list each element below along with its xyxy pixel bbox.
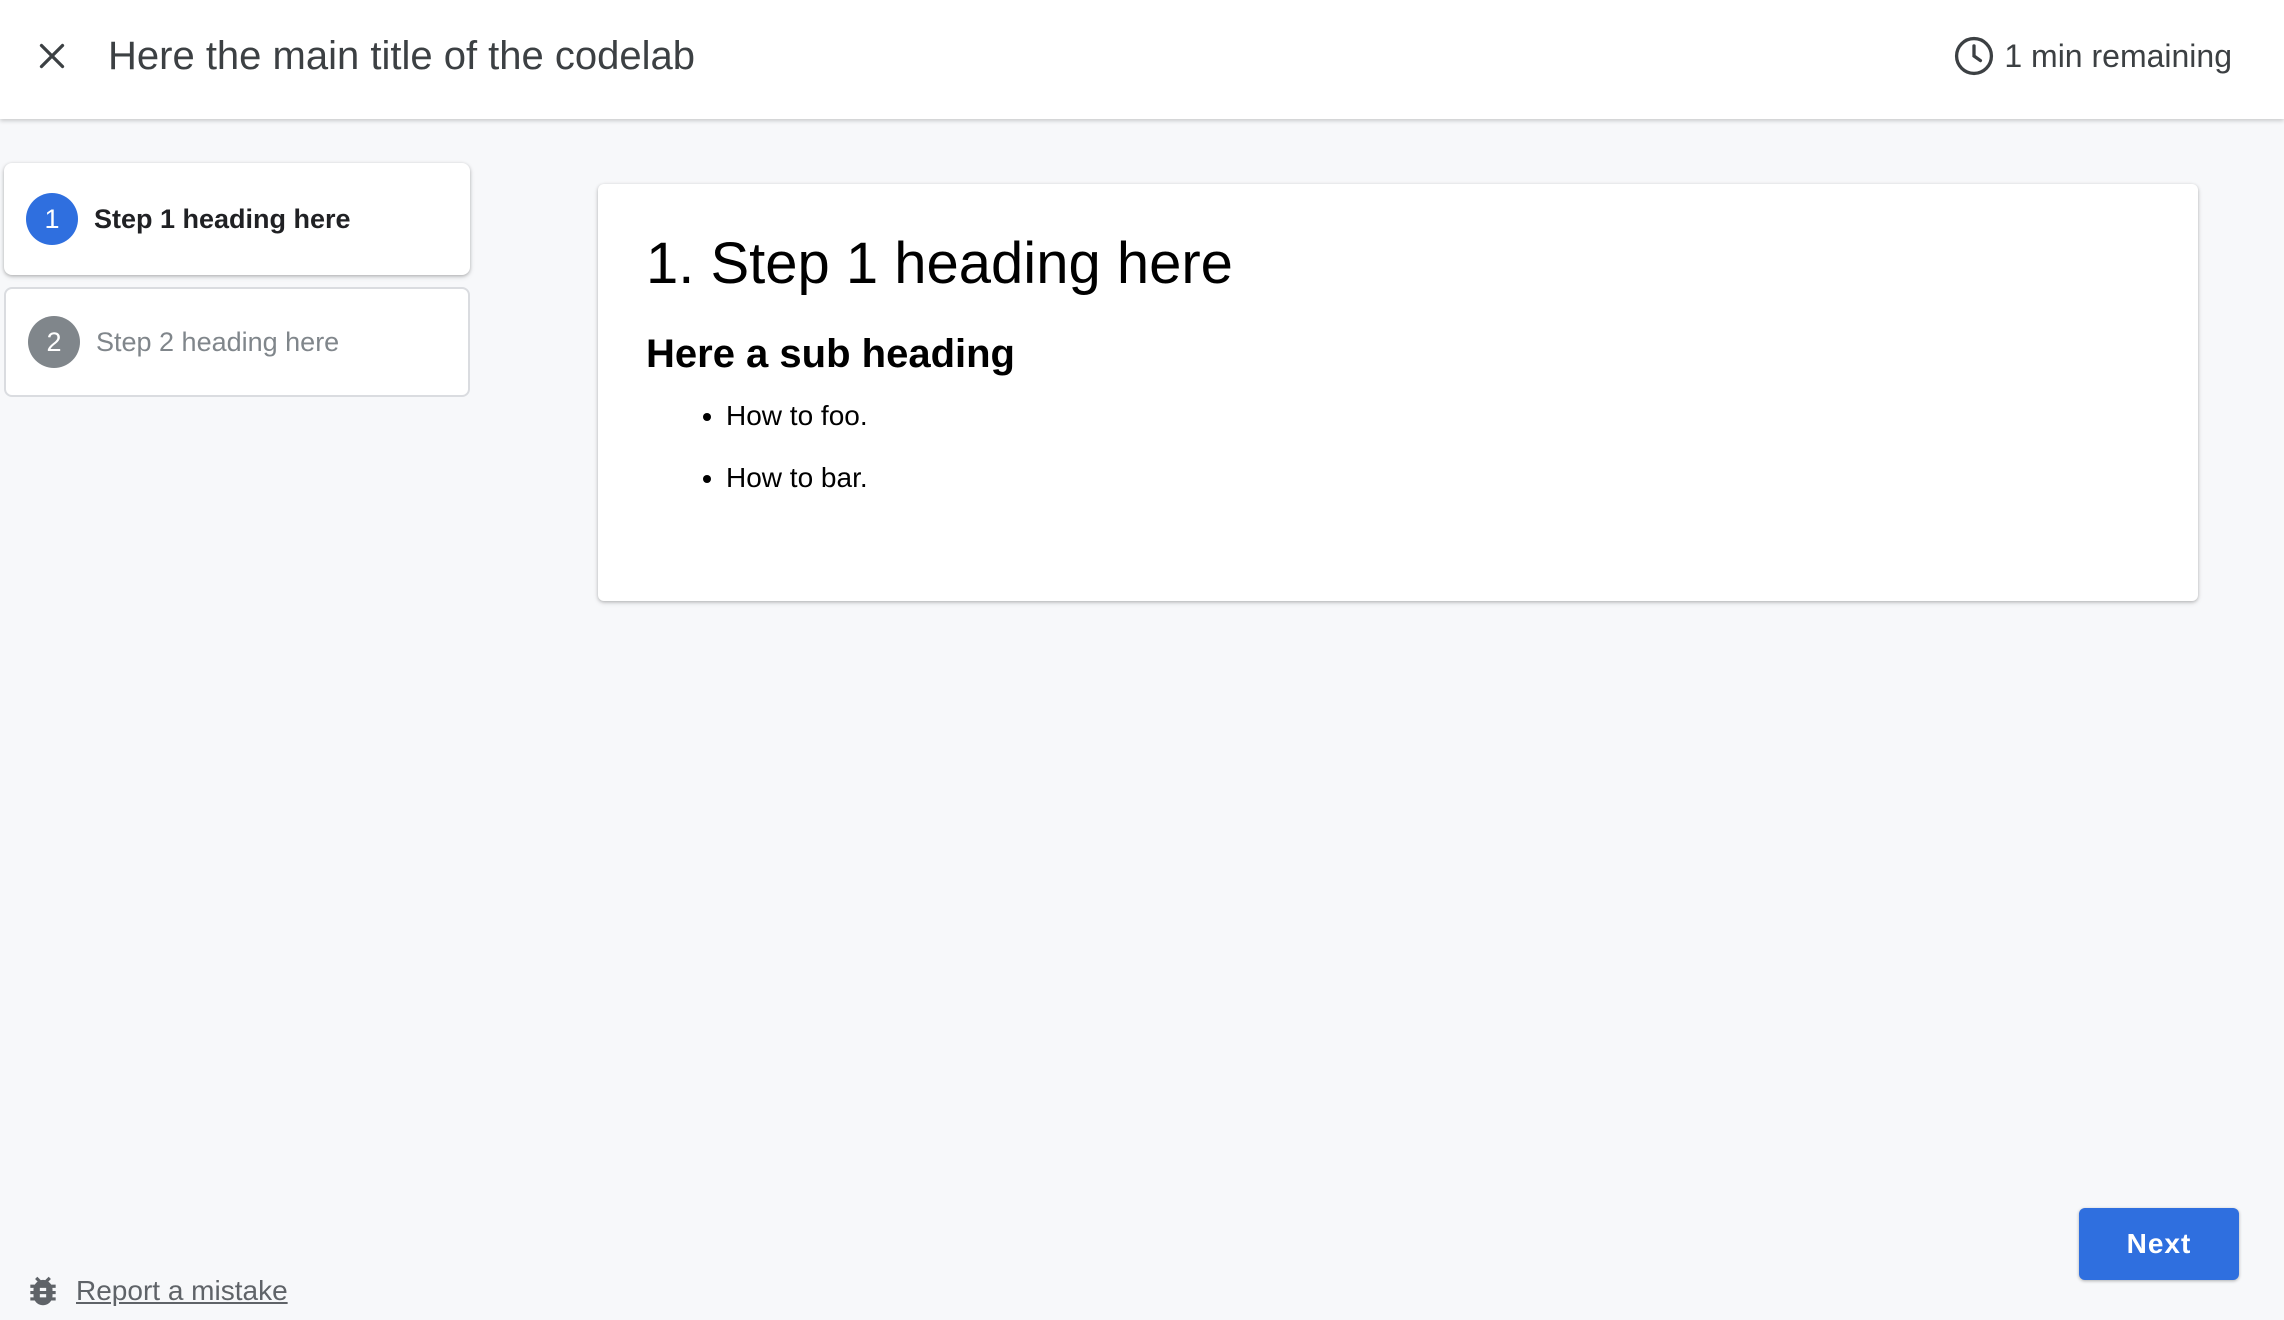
- step-number: 2: [28, 316, 80, 368]
- report-mistake-link[interactable]: Report a mistake: [24, 1272, 288, 1310]
- step-number: 1: [26, 193, 78, 245]
- next-button[interactable]: Next: [2079, 1208, 2239, 1280]
- report-mistake-label: Report a mistake: [76, 1275, 288, 1306]
- list-item: How to bar.: [726, 458, 2150, 498]
- list-item: How to foo.: [726, 396, 2150, 436]
- time-remaining: 1 min remaining: [1952, 32, 2232, 80]
- close-icon: [34, 38, 70, 74]
- step-item-2[interactable]: 2 Step 2 heading here: [4, 287, 470, 397]
- close-button[interactable]: [30, 34, 74, 78]
- step-label: Step 2 heading here: [96, 326, 340, 357]
- step-item-1[interactable]: 1 Step 1 heading here: [4, 163, 470, 275]
- time-remaining-text: 1 min remaining: [2004, 38, 2232, 74]
- sub-heading: Here a sub heading: [646, 332, 1015, 376]
- step-content-card: 1. Step 1 heading here Here a sub headin…: [598, 184, 2198, 601]
- step-label: Step 1 heading here: [94, 203, 351, 234]
- bullet-list: How to foo. How to bar.: [646, 396, 2150, 498]
- step-list: 1 Step 1 heading here 2 Step 2 heading h…: [4, 163, 470, 409]
- step-title: 1. Step 1 heading here: [646, 231, 1233, 296]
- codelab-title: Here the main title of the codelab: [108, 34, 696, 78]
- clock-icon: [1952, 34, 1996, 78]
- top-bar: Here the main title of the codelab 1 min…: [0, 0, 2284, 119]
- bug-icon: [24, 1272, 62, 1310]
